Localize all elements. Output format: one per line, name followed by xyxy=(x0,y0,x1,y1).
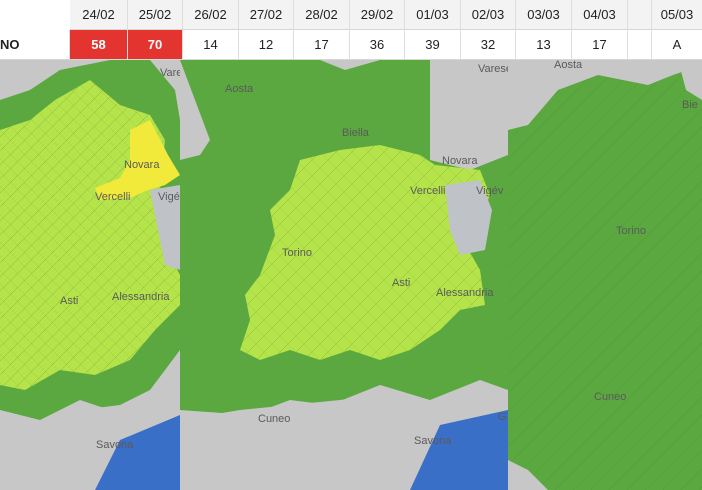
date-header: 27/02 xyxy=(239,0,294,30)
city-label-aosta: Aosta xyxy=(554,60,583,71)
value-cell: 17 xyxy=(572,30,628,60)
city-label-genova: G xyxy=(498,411,507,423)
value-cell: A xyxy=(652,30,702,60)
city-label-vigevano: Vigév xyxy=(476,185,504,197)
city-label-vigevano: Vigév xyxy=(158,191,180,203)
city-label-savona: Savona xyxy=(414,435,452,447)
date-header: 04/03 xyxy=(572,0,628,30)
value-cell-alert: 58 xyxy=(70,30,128,60)
city-label-asti: Asti xyxy=(60,295,78,307)
value-cell-alert: 70 xyxy=(128,30,183,60)
date-header: 25/02 xyxy=(128,0,183,30)
city-label-torino: Torino xyxy=(616,225,646,237)
city-label-savona: Savona xyxy=(96,439,134,451)
maps-strip: Vare Novara Vercelli Vigév Asti Alessand… xyxy=(0,60,702,490)
municipal-borders xyxy=(508,65,702,490)
value-cell: 36 xyxy=(350,30,405,60)
value-cell: 14 xyxy=(183,30,239,60)
data-table: NO 24/02 25/02 26/02 27/02 28/02 29/02 0… xyxy=(0,0,702,60)
date-header: 28/02 xyxy=(294,0,350,30)
city-label-alessandria: Alessandria xyxy=(436,287,494,299)
value-cell: 32 xyxy=(461,30,516,60)
date-header: 29/02 xyxy=(350,0,405,30)
city-label-varese: Vare xyxy=(160,67,180,79)
city-label-alessandria: Alessandria xyxy=(112,291,170,303)
city-label-vercelli: Vercelli xyxy=(95,191,130,203)
date-header: 02/03 xyxy=(461,0,516,30)
value-cell: 17 xyxy=(294,30,350,60)
city-label-vercelli: Vercelli xyxy=(410,185,445,197)
value-cell: 12 xyxy=(239,30,294,60)
row-label: NO xyxy=(0,30,70,60)
city-label-cuneo: Cuneo xyxy=(258,413,290,425)
date-header-empty xyxy=(628,0,652,30)
map-2-svg: Aosta Biella Varese Novara Vercelli Vigé… xyxy=(180,60,508,490)
city-label-novara: Novara xyxy=(442,155,478,167)
city-label-aosta: Aosta xyxy=(225,83,254,95)
value-cell: 39 xyxy=(405,30,461,60)
city-label-torino: Torino xyxy=(282,247,312,259)
city-label-biella: Biella xyxy=(342,127,370,139)
pollution-map-3: Aosta Bie Torino Cuneo xyxy=(508,60,702,490)
city-label-biella: Bie xyxy=(682,99,698,111)
map-1-svg: Vare Novara Vercelli Vigév Asti Alessand… xyxy=(0,60,180,490)
pollution-map-2: Aosta Biella Varese Novara Vercelli Vigé… xyxy=(180,60,508,490)
city-label-cuneo: Cuneo xyxy=(594,391,626,403)
value-cell-empty xyxy=(628,30,652,60)
date-header: 01/03 xyxy=(405,0,461,30)
map-3-svg: Aosta Bie Torino Cuneo xyxy=(508,60,702,490)
date-header: 26/02 xyxy=(183,0,239,30)
city-label-asti: Asti xyxy=(392,277,410,289)
date-header: 24/02 xyxy=(70,0,128,30)
pollution-map-1: Vare Novara Vercelli Vigév Asti Alessand… xyxy=(0,60,180,490)
date-header: 03/03 xyxy=(516,0,572,30)
city-label-varese: Varese xyxy=(478,63,508,75)
city-label-novara: Novara xyxy=(124,159,160,171)
date-header: 05/03 xyxy=(652,0,702,30)
value-cell: 13 xyxy=(516,30,572,60)
